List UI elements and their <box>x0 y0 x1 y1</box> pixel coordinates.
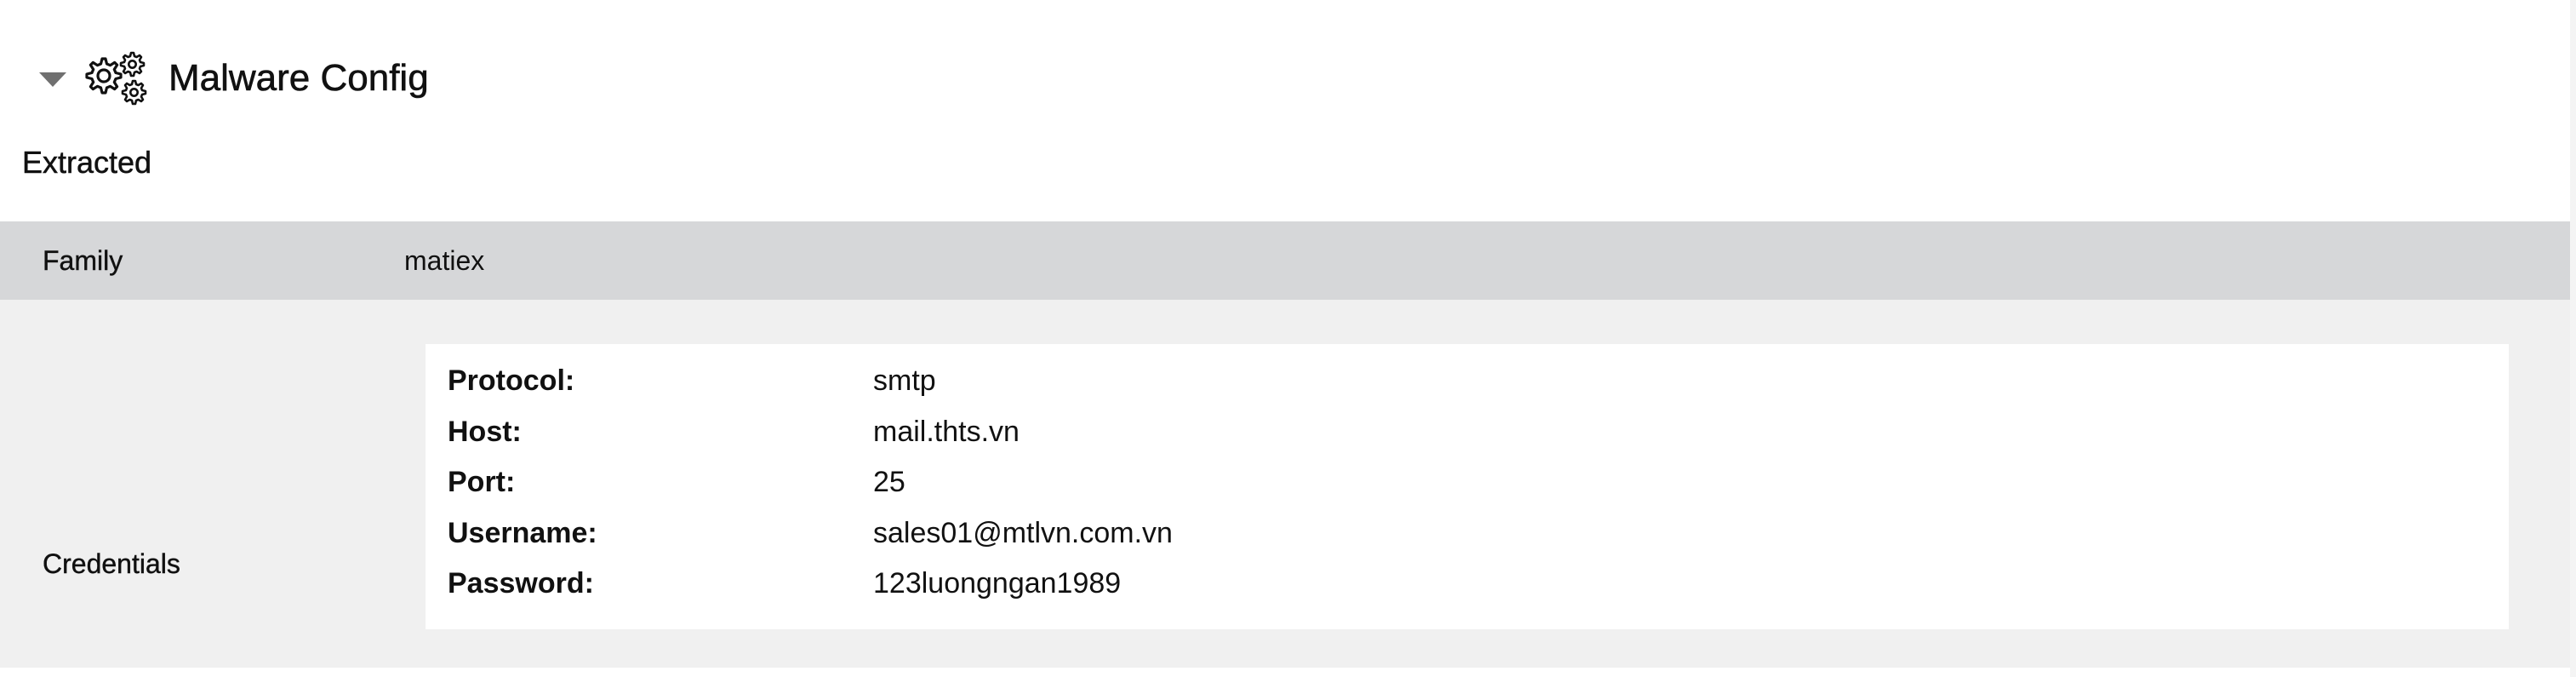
credential-value: 123luongngan1989 <box>873 567 1122 600</box>
credential-entry-host: Host: mail.thts.vn <box>448 416 2490 467</box>
family-row: Family matiex <box>0 221 2570 300</box>
credential-value: mail.thts.vn <box>873 416 1020 448</box>
credential-label: Protocol: <box>448 364 575 397</box>
gears-icon <box>82 51 150 106</box>
credentials-card: Protocol: smtp Host: mail.thts.vn Port: … <box>426 344 2509 629</box>
config-table: Family matiex Credentials Protocol: smtp… <box>0 221 2570 668</box>
credential-label: Username: <box>448 517 597 549</box>
section-title: Malware Config <box>168 57 429 100</box>
credential-label: Password: <box>448 567 594 600</box>
credential-entry-username: Username: sales01@mtlvn.com.vn <box>448 517 2490 568</box>
credential-entry-protocol: Protocol: smtp <box>448 364 2490 416</box>
extracted-heading: Extracted <box>22 145 152 181</box>
malware-config-section-toggle[interactable]: Malware Config <box>39 48 429 109</box>
credential-entry-password: Password: 123luongngan1989 <box>448 567 2490 618</box>
right-edge-divider <box>2570 0 2576 677</box>
credential-label: Host: <box>448 416 522 448</box>
family-key: Family <box>43 245 123 276</box>
family-value: matiex <box>404 245 485 276</box>
credentials-key: Credentials <box>43 548 180 579</box>
credentials-row: Credentials Protocol: smtp Host: mail.th… <box>0 300 2570 668</box>
credential-label: Port: <box>448 466 516 498</box>
credential-value: 25 <box>873 466 905 498</box>
malware-config-page: Malware Config Extracted Family matiex C… <box>0 0 2576 677</box>
credential-value: sales01@mtlvn.com.vn <box>873 517 1173 549</box>
caret-down-icon[interactable] <box>39 72 66 87</box>
credential-entry-port: Port: 25 <box>448 466 2490 517</box>
credential-value: smtp <box>873 364 936 397</box>
bottom-border <box>0 668 2570 677</box>
